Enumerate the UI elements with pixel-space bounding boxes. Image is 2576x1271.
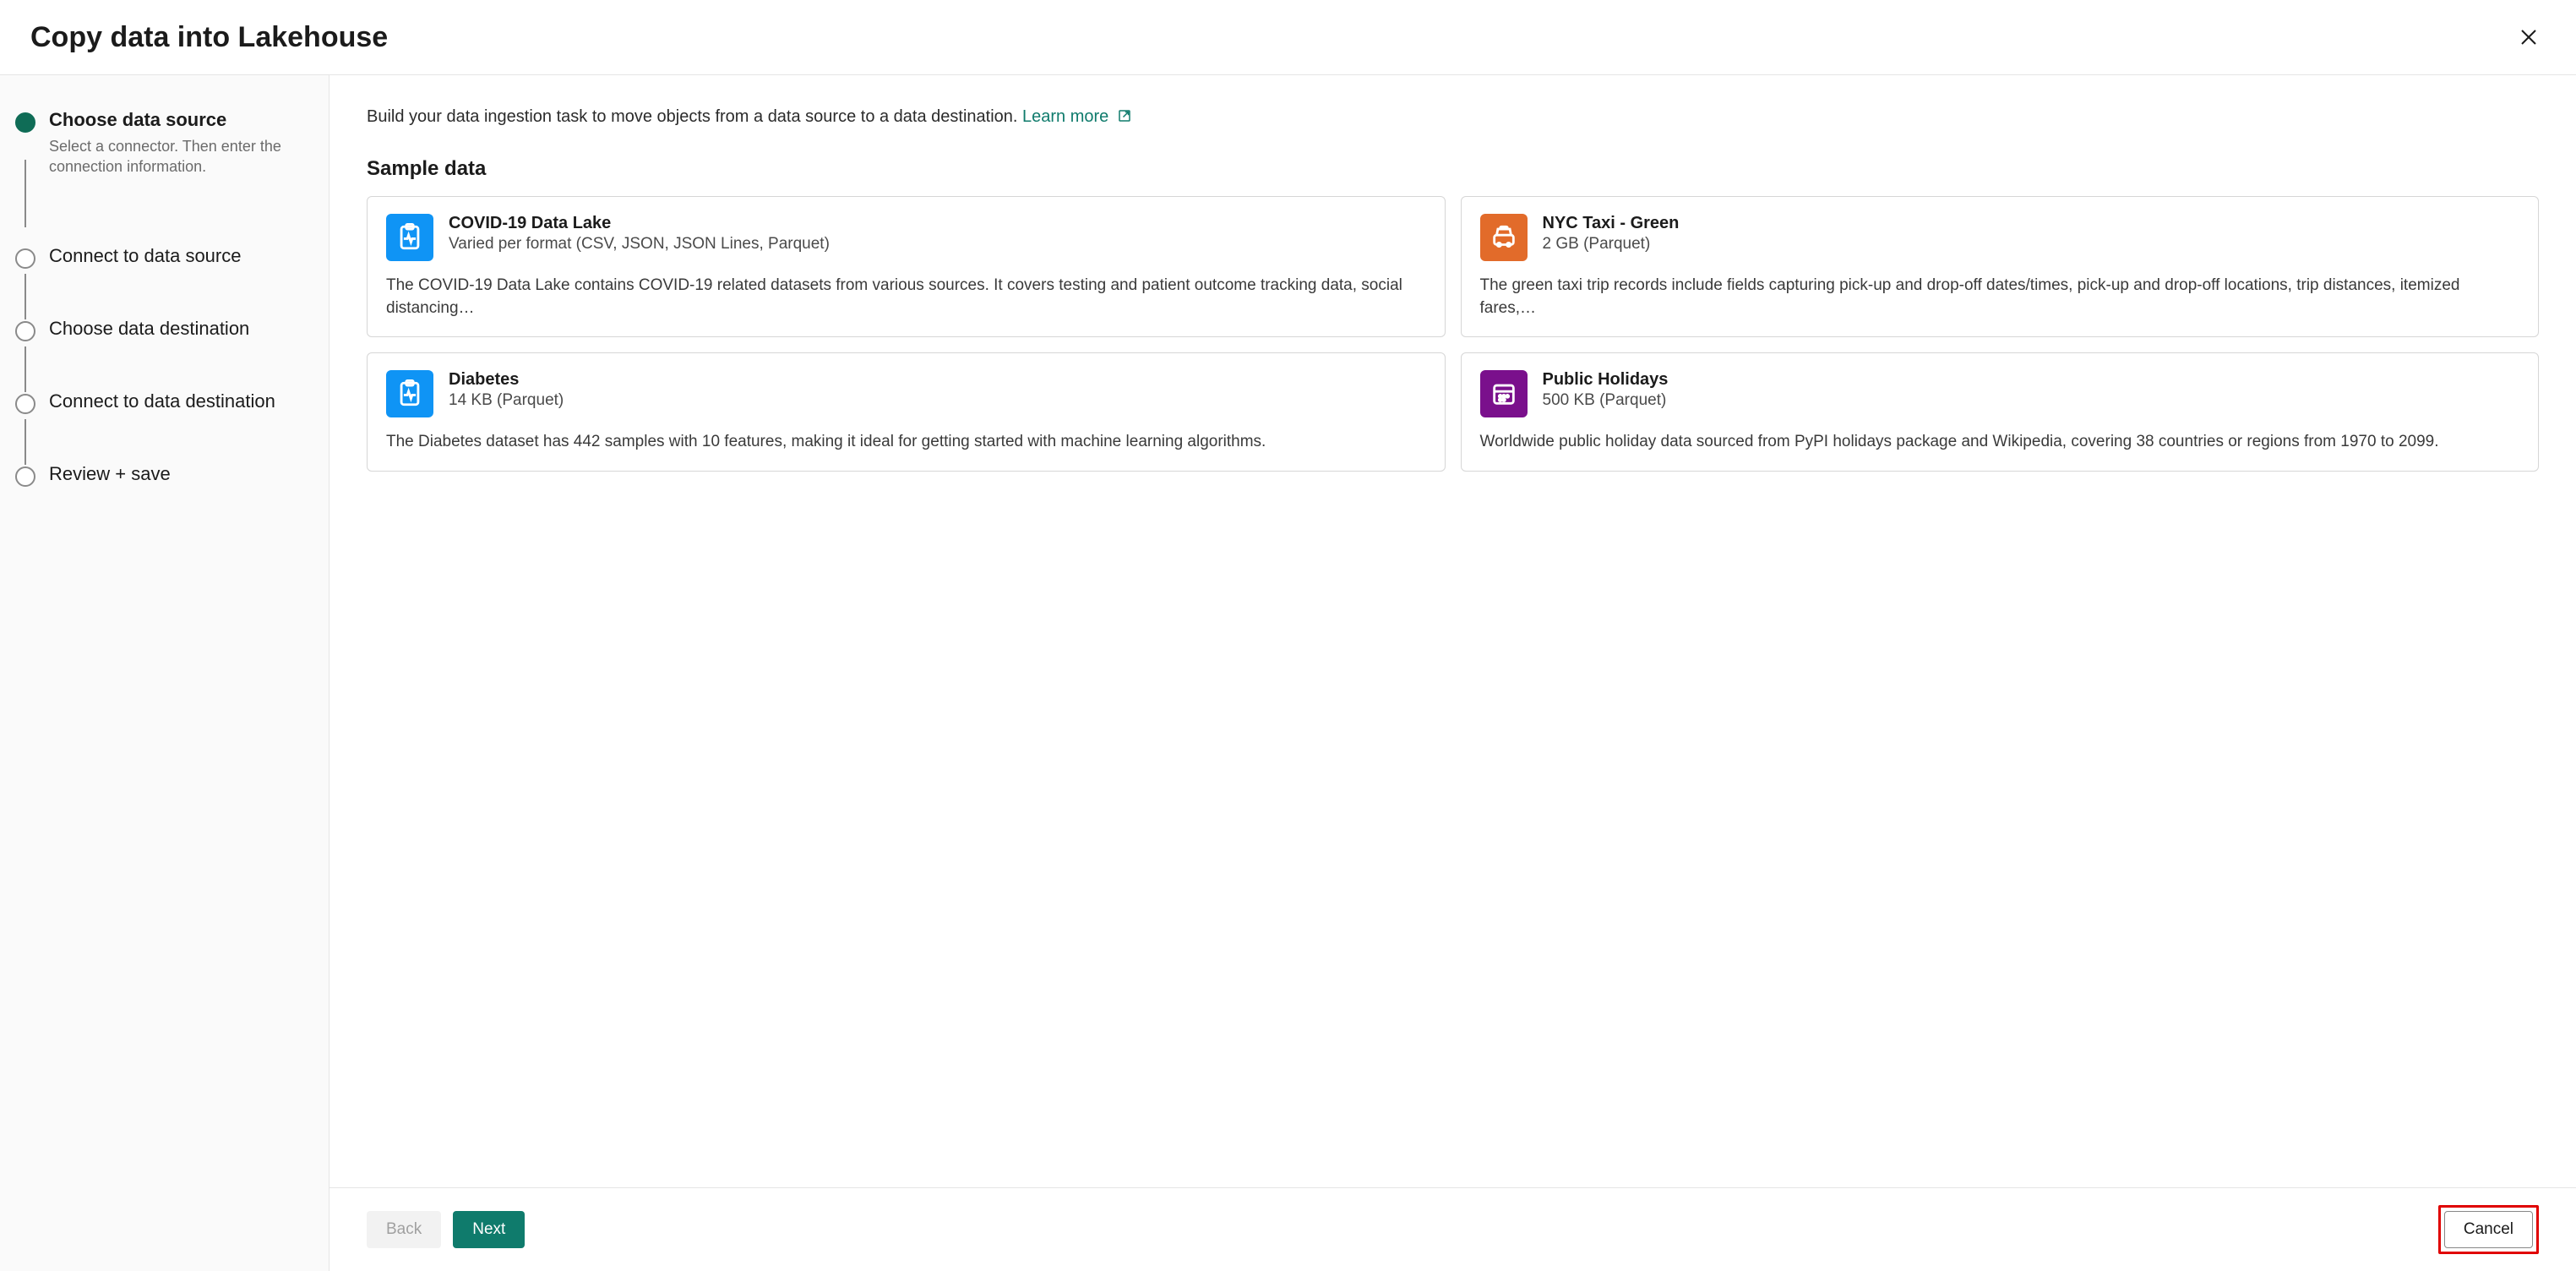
- card-desc: The COVID-19 Data Lake contains COVID-19…: [386, 275, 1426, 319]
- card-head: Diabetes 14 KB (Parquet): [386, 370, 1426, 417]
- card-desc: The green taxi trip records include fiel…: [1480, 275, 2520, 319]
- wizard-sidebar: Choose data source Select a connector. T…: [0, 75, 329, 1271]
- step-connect-to-data-source[interactable]: Connect to data source: [15, 245, 308, 267]
- copy-data-dialog: Copy data into Lakehouse Choose data sou…: [0, 0, 2576, 1271]
- step-marker-icon: [15, 248, 35, 269]
- clipboard-pulse-icon: [386, 214, 433, 261]
- card-head: COVID-19 Data Lake Varied per format (CS…: [386, 214, 1426, 261]
- card-text: COVID-19 Data Lake Varied per format (CS…: [449, 214, 830, 254]
- card-title: Diabetes: [449, 370, 564, 390]
- back-button: Back: [367, 1211, 441, 1248]
- card-covid-19-data-lake[interactable]: COVID-19 Data Lake Varied per format (CS…: [367, 196, 1446, 337]
- step-connector: [25, 160, 26, 227]
- dialog-body: Choose data source Select a connector. T…: [0, 75, 2576, 1271]
- card-title: NYC Taxi - Green: [1543, 214, 1680, 233]
- external-link-icon: [1117, 108, 1132, 123]
- step-title: Choose data destination: [49, 318, 308, 340]
- step-marker-icon: [15, 466, 35, 487]
- next-button[interactable]: Next: [453, 1211, 525, 1248]
- step-list: Choose data source Select a connector. T…: [15, 109, 308, 485]
- main-panel: Build your data ingestion task to move o…: [329, 75, 2576, 1271]
- step-review-save[interactable]: Review + save: [15, 463, 308, 485]
- learn-more-link[interactable]: Learn more: [1022, 107, 1132, 126]
- card-desc: Worldwide public holiday data sourced fr…: [1480, 431, 2520, 454]
- step-choose-data-destination[interactable]: Choose data destination: [15, 318, 308, 340]
- step-title: Review + save: [49, 463, 308, 485]
- card-title: COVID-19 Data Lake: [449, 214, 830, 233]
- close-icon: [2519, 27, 2539, 47]
- step-marker-active-icon: [15, 112, 35, 133]
- step-connect-to-data-destination[interactable]: Connect to data destination: [15, 390, 308, 412]
- close-button[interactable]: [2512, 20, 2546, 54]
- sample-data-grid: COVID-19 Data Lake Varied per format (CS…: [367, 196, 2539, 472]
- cancel-button[interactable]: Cancel: [2444, 1211, 2533, 1248]
- card-desc: The Diabetes dataset has 442 samples wit…: [386, 431, 1426, 454]
- step-title: Choose data source: [49, 109, 308, 131]
- card-sub: Varied per format (CSV, JSON, JSON Lines…: [449, 235, 830, 254]
- card-text: Public Holidays 500 KB (Parquet): [1543, 370, 1669, 410]
- dialog-footer: Back Next Cancel: [329, 1187, 2576, 1271]
- step-connector: [25, 346, 26, 392]
- dialog-title: Copy data into Lakehouse: [30, 21, 388, 54]
- intro-body: Build your data ingestion task to move o…: [367, 107, 1022, 126]
- card-sub: 2 GB (Parquet): [1543, 235, 1680, 254]
- section-title-sample-data: Sample data: [367, 157, 2539, 181]
- clipboard-pulse-icon: [386, 370, 433, 417]
- dialog-header: Copy data into Lakehouse: [0, 0, 2576, 75]
- intro-text: Build your data ingestion task to move o…: [367, 107, 2539, 127]
- step-title: Connect to data destination: [49, 390, 308, 412]
- step-connector: [25, 419, 26, 465]
- card-text: Diabetes 14 KB (Parquet): [449, 370, 564, 410]
- taxi-icon: [1480, 214, 1528, 261]
- step-marker-icon: [15, 321, 35, 341]
- card-sub: 500 KB (Parquet): [1543, 391, 1669, 410]
- card-public-holidays[interactable]: Public Holidays 500 KB (Parquet) Worldwi…: [1461, 352, 2540, 472]
- cancel-highlight-annotation: Cancel: [2438, 1205, 2539, 1254]
- step-title: Connect to data source: [49, 245, 308, 267]
- step-choose-data-source[interactable]: Choose data source Select a connector. T…: [15, 109, 308, 177]
- card-head: Public Holidays 500 KB (Parquet): [1480, 370, 2520, 417]
- card-head: NYC Taxi - Green 2 GB (Parquet): [1480, 214, 2520, 261]
- card-text: NYC Taxi - Green 2 GB (Parquet): [1543, 214, 1680, 254]
- main-content: Build your data ingestion task to move o…: [329, 75, 2576, 1187]
- step-connector: [25, 274, 26, 319]
- card-nyc-taxi-green[interactable]: NYC Taxi - Green 2 GB (Parquet) The gree…: [1461, 196, 2540, 337]
- step-marker-icon: [15, 394, 35, 414]
- card-sub: 14 KB (Parquet): [449, 391, 564, 410]
- card-title: Public Holidays: [1543, 370, 1669, 390]
- learn-more-label: Learn more: [1022, 107, 1108, 126]
- card-diabetes[interactable]: Diabetes 14 KB (Parquet) The Diabetes da…: [367, 352, 1446, 472]
- step-desc: Select a connector. Then enter the conne…: [49, 136, 308, 177]
- calendar-icon: [1480, 370, 1528, 417]
